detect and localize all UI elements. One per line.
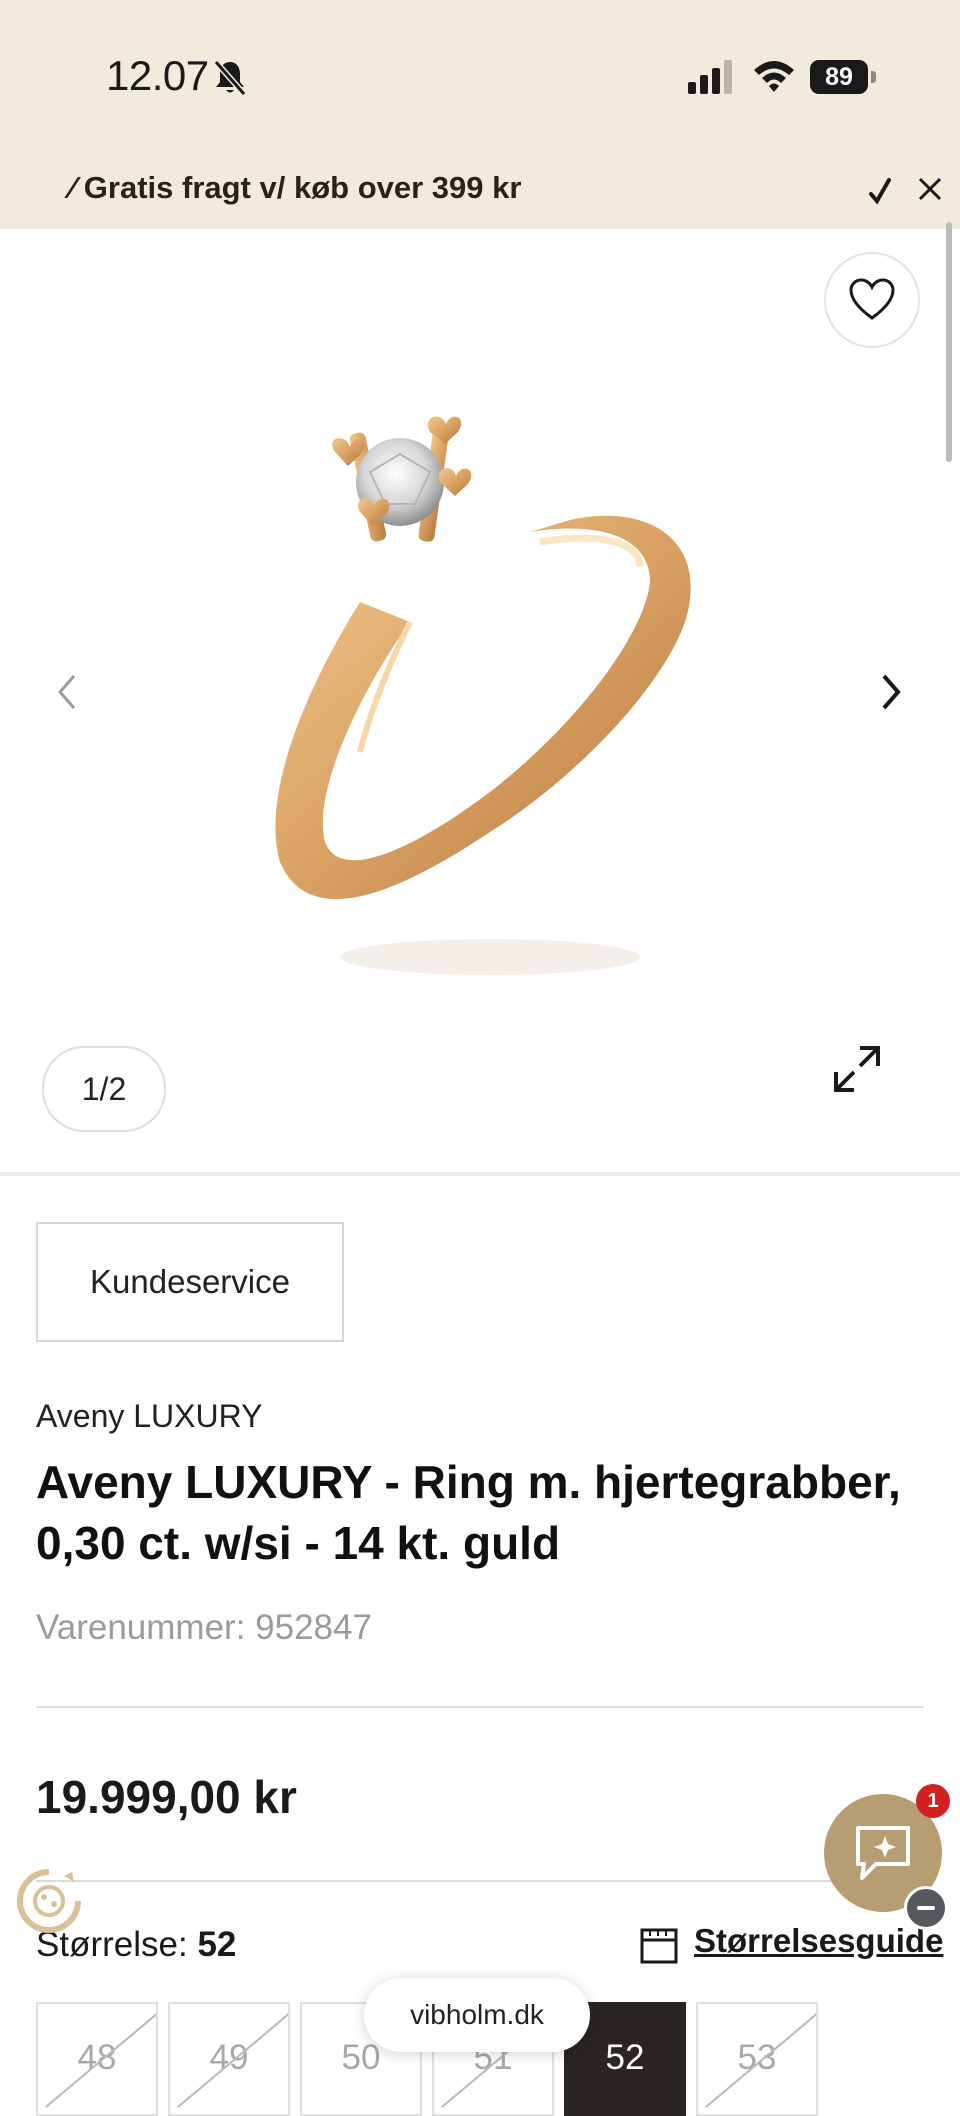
product-sku: Varenummer: 952847 xyxy=(36,1608,372,1647)
previous-image-arrow-icon[interactable] xyxy=(48,664,86,720)
product-title: Aveny LUXURY - Ring m. hjertegrabber, 0,… xyxy=(36,1456,901,1569)
customer-service-button[interactable]: Kundeservice xyxy=(36,1222,344,1342)
brand-name[interactable]: Aveny LUXURY xyxy=(36,1398,262,1435)
chat-minimize-button[interactable] xyxy=(904,1886,948,1930)
minus-icon xyxy=(917,1906,935,1910)
size-option-53[interactable]: 53 xyxy=(696,2002,818,2116)
image-counter: 1/2 xyxy=(42,1046,166,1132)
chat-notification-badge: 1 xyxy=(916,1784,950,1818)
size-option-48[interactable]: 48 xyxy=(36,2002,158,2116)
battery-level: 89 xyxy=(810,60,868,94)
wifi-icon xyxy=(754,61,794,92)
next-image-arrow-icon[interactable] xyxy=(872,664,910,720)
selected-size-value: 52 xyxy=(197,1925,237,1964)
bell-muted-icon xyxy=(213,60,247,96)
cookie-settings-icon[interactable] xyxy=(14,1866,84,1936)
size-guide-label[interactable]: Størrelsesguide xyxy=(694,1922,943,1960)
close-icon[interactable] xyxy=(913,172,947,206)
expand-icon[interactable] xyxy=(830,1042,884,1096)
scrollbar-thumb[interactable] xyxy=(946,222,952,462)
product-price: 19.999,00 kr xyxy=(36,1771,297,1823)
battery-indicator: 89 xyxy=(810,60,876,94)
ruler-icon xyxy=(640,1928,678,1964)
divider xyxy=(36,1880,924,1882)
browser-address-pill[interactable]: vibholm.dk xyxy=(364,1978,590,2052)
cellular-signal-icon xyxy=(688,60,732,94)
check-icon xyxy=(869,178,891,205)
product-image-ring[interactable] xyxy=(240,392,760,992)
chat-bubble-icon xyxy=(856,1826,910,1880)
free-shipping-banner: ⁄ Gratis fragt v/ køb over 399 kr xyxy=(0,150,960,229)
free-shipping-text: ⁄ Gratis fragt v/ køb over 399 kr xyxy=(70,170,522,205)
heart-icon xyxy=(849,278,895,320)
favorite-button[interactable] xyxy=(824,252,920,348)
status-bar: 12.07 89 xyxy=(0,0,960,150)
size-option-49[interactable]: 49 xyxy=(168,2002,290,2116)
clock: 12.07 xyxy=(106,52,209,99)
divider xyxy=(36,1706,924,1708)
